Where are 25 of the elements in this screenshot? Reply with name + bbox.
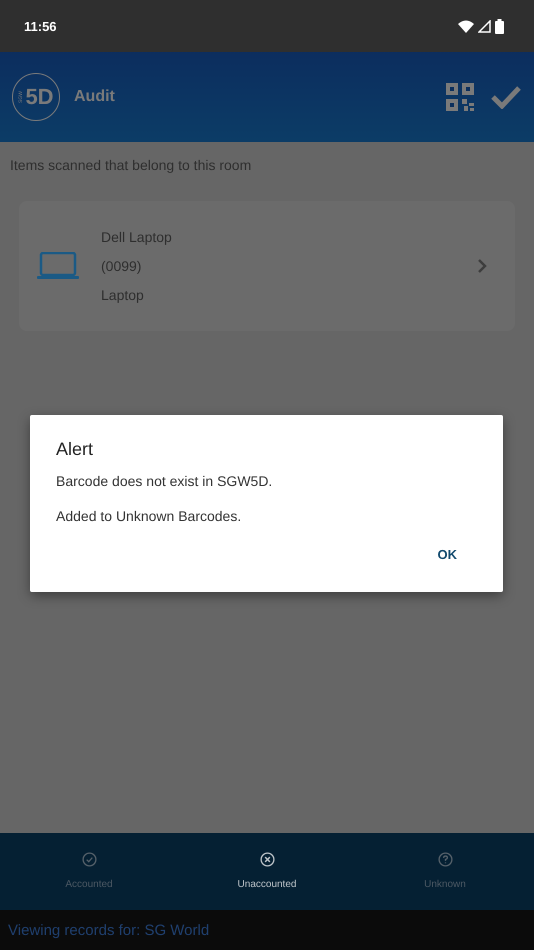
qr-code-icon[interactable] [446, 83, 474, 111]
wifi-icon [458, 20, 474, 32]
help-circle-icon [438, 852, 452, 867]
dialog-message: Barcode does not exist in SGW5D. [56, 473, 274, 489]
nav-tab[interactable]: Unknown [356, 833, 534, 910]
item-type: Laptop [101, 287, 145, 303]
chevron-right-icon [478, 259, 487, 273]
laptop-icon [37, 252, 79, 280]
cancel-circle-icon [260, 852, 274, 867]
nav-tab[interactable]: Unaccounted [178, 833, 356, 910]
check-circle-icon [82, 852, 96, 867]
section-heading: Items scanned that belong to this room [10, 157, 252, 173]
item-code: (0099) [101, 258, 142, 274]
footer-text: Viewing records for: SG World [8, 922, 210, 938]
item-name: Dell Laptop [101, 229, 173, 245]
app-title: Audit [74, 88, 115, 106]
signal-icon [478, 20, 491, 32]
status-time: 11:56 [24, 18, 57, 34]
item-card[interactable]: Dell Laptop (0099) Laptop [19, 201, 515, 331]
nav-tab[interactable]: Accounted [0, 833, 178, 910]
battery-icon [495, 18, 504, 34]
check-icon[interactable] [490, 85, 522, 109]
dialog-title: Alert [56, 439, 94, 460]
ok-button[interactable]: OK [418, 541, 477, 568]
dialog-message: Added to Unknown Barcodes. [56, 508, 242, 524]
